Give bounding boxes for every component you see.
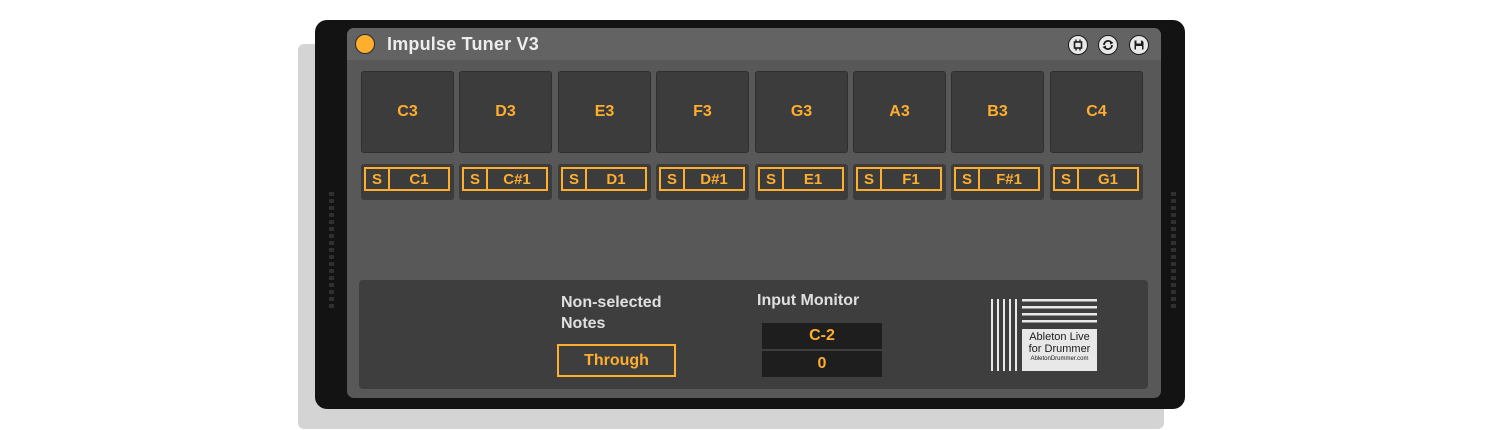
solo-toggle[interactable]: S <box>858 169 882 189</box>
input-monitor-note: C-2 <box>762 323 882 349</box>
solo-toggle[interactable]: S <box>1055 169 1079 189</box>
target-note-field[interactable]: G1 <box>1079 169 1137 189</box>
target-note-field[interactable]: C1 <box>390 169 448 189</box>
input-monitor-label: Input Monitor <box>757 292 860 309</box>
non-selected-notes-label: Non-selected Notes <box>561 294 662 332</box>
pad-mapping-box: S D#1 <box>659 167 745 191</box>
pad-mapping-box: S C#1 <box>462 167 548 191</box>
resize-icon <box>1073 39 1083 51</box>
pad-mapping-box: S E1 <box>758 167 844 191</box>
save-icon <box>1134 40 1144 50</box>
target-note-field[interactable]: F1 <box>882 169 940 189</box>
impulse-tuner-device: Impulse Tuner V3 C3 D3 E3 F3 G3 A3 B3 C4… <box>347 28 1161 398</box>
ableton-drummer-logo: Ableton Live for Drummer AbletonDrummer.… <box>991 296 1099 374</box>
controls-panel: Non-selected Notes Through Input Monitor… <box>359 280 1148 389</box>
input-monitor-velocity: 0 <box>762 351 882 377</box>
save-button[interactable] <box>1129 35 1149 55</box>
pad-mapping-box: S D1 <box>561 167 647 191</box>
pad-mapping-slot: S D#1 <box>656 164 749 200</box>
drum-pad[interactable]: C3 <box>361 71 454 153</box>
pad-mapping-box: S F#1 <box>954 167 1040 191</box>
solo-toggle[interactable]: S <box>366 169 390 189</box>
device-power-button[interactable] <box>355 34 375 54</box>
pad-mapping-slot: S E1 <box>755 164 848 200</box>
pad-mapping-slot: S F1 <box>853 164 946 200</box>
drum-pad[interactable]: E3 <box>558 71 651 153</box>
pad-mapping-slot: S G1 <box>1050 164 1143 200</box>
pad-mapping-slot: S C#1 <box>459 164 552 200</box>
left-resize-grip[interactable] <box>329 192 334 310</box>
drum-pad[interactable]: A3 <box>853 71 946 153</box>
device-title-bar: Impulse Tuner V3 <box>347 28 1161 60</box>
drum-pad[interactable]: F3 <box>656 71 749 153</box>
resize-button[interactable] <box>1068 35 1088 55</box>
pad-mapping-slot: S F#1 <box>951 164 1044 200</box>
device-title: Impulse Tuner V3 <box>387 34 539 54</box>
target-note-field[interactable]: E1 <box>784 169 842 189</box>
pad-mapping-slot: S C1 <box>361 164 454 200</box>
refresh-button[interactable] <box>1098 35 1118 55</box>
drum-pad[interactable]: D3 <box>459 71 552 153</box>
solo-toggle[interactable]: S <box>464 169 488 189</box>
drum-pad[interactable]: B3 <box>951 71 1044 153</box>
refresh-icon <box>1102 40 1114 50</box>
pad-mapping-box: S F1 <box>856 167 942 191</box>
solo-toggle[interactable]: S <box>563 169 587 189</box>
pad-mapping-slot: S D1 <box>558 164 651 200</box>
drum-pad[interactable]: C4 <box>1050 71 1143 153</box>
target-note-field[interactable]: F#1 <box>980 169 1038 189</box>
solo-toggle[interactable]: S <box>661 169 685 189</box>
logo-text-block: Ableton Live for Drummer AbletonDrummer.… <box>1022 329 1097 371</box>
right-resize-grip[interactable] <box>1171 192 1176 310</box>
target-note-field[interactable]: C#1 <box>488 169 546 189</box>
drum-pad[interactable]: G3 <box>755 71 848 153</box>
pad-mapping-box: S G1 <box>1053 167 1139 191</box>
target-note-field[interactable]: D#1 <box>685 169 743 189</box>
target-note-field[interactable]: D1 <box>587 169 645 189</box>
solo-toggle[interactable]: S <box>956 169 980 189</box>
non-selected-notes-mode[interactable]: Through <box>557 344 676 377</box>
solo-toggle[interactable]: S <box>760 169 784 189</box>
pad-mapping-box: S C1 <box>364 167 450 191</box>
